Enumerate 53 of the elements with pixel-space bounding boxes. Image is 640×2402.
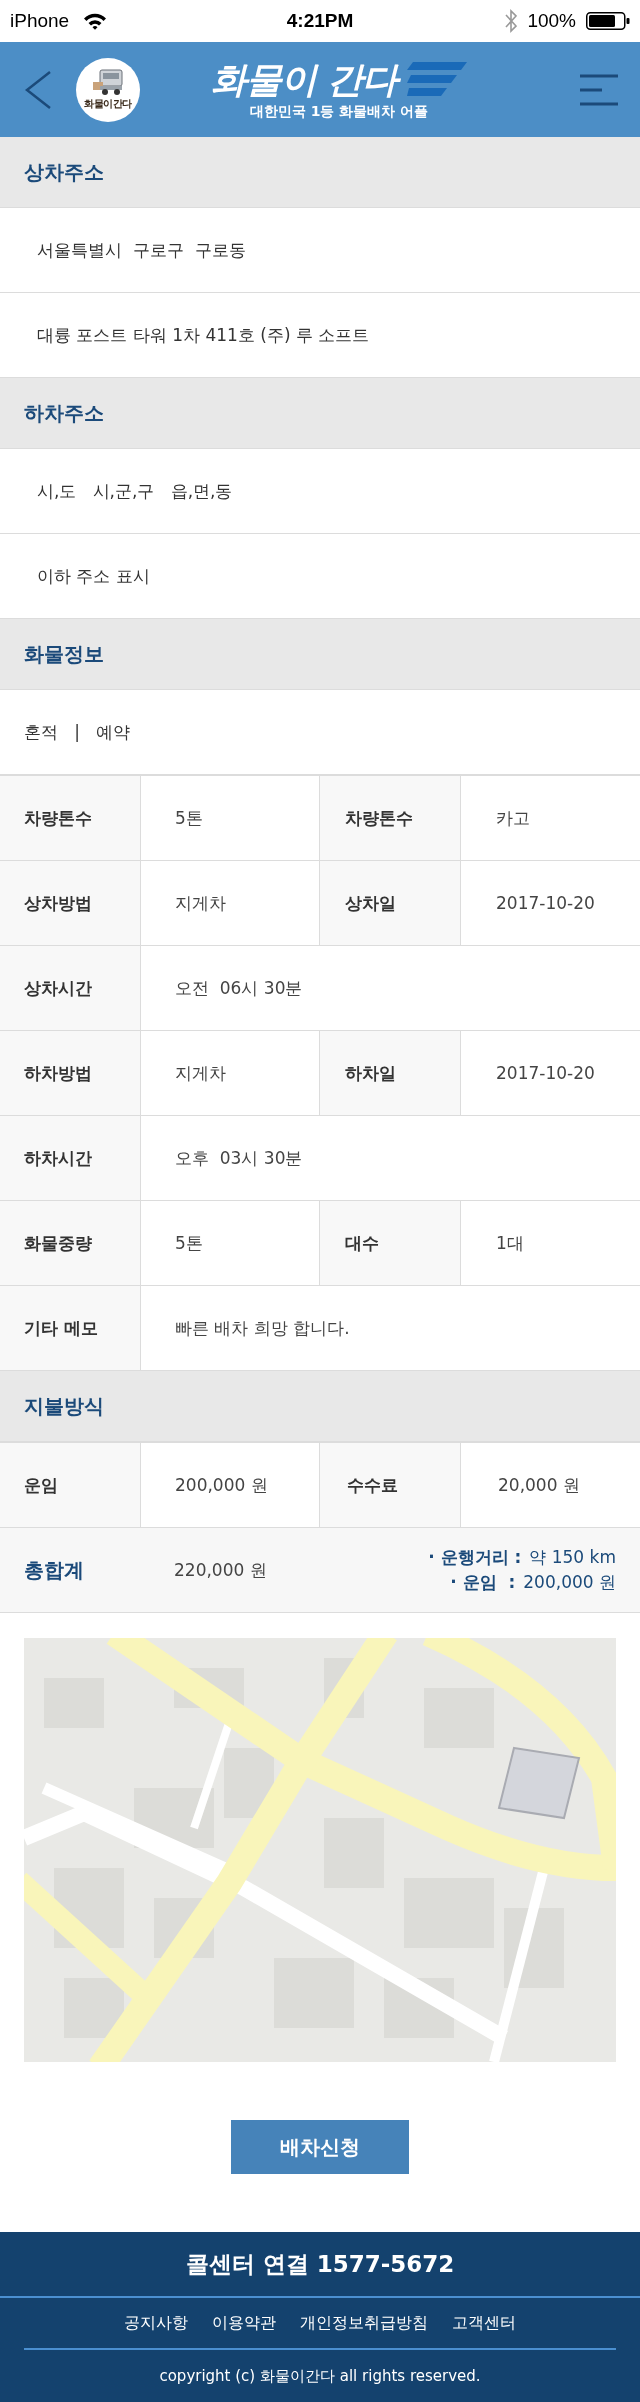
field-label: 하차방법: [0, 1031, 141, 1116]
field-label: 기타 메모: [0, 1286, 141, 1371]
menu-icon: [578, 72, 620, 107]
app-title: 화물이 간다: [210, 58, 406, 101]
field-value: 5톤: [141, 776, 320, 861]
clock-time: 4:21PM: [286, 10, 354, 32]
bluetooth-icon: [505, 7, 518, 35]
total-value: 220,000 원: [173, 1558, 268, 1582]
logo-text: 화물이간다: [84, 97, 132, 111]
section-header: 상차주소: [0, 137, 640, 208]
field-label: 차량톤수: [320, 776, 461, 861]
battery-percent: 100%: [527, 10, 576, 32]
truck-icon: [91, 68, 125, 96]
detail-label: · 운행거리 :: [428, 1546, 522, 1569]
field-label: 상차일: [320, 861, 461, 946]
footer-link[interactable]: 고객센터: [452, 2312, 516, 2334]
field-label: 상차시간: [0, 946, 141, 1031]
field-value: 지게차: [141, 861, 320, 946]
field-value: 5톤: [141, 1201, 320, 1286]
dispatch-request-button[interactable]: 배차신청: [231, 2120, 409, 2174]
section-header: 화물정보: [0, 619, 640, 690]
detail-label: · 운임 :: [450, 1571, 516, 1594]
field-label: 차량톤수: [0, 776, 141, 861]
carrier-name: iPhone: [10, 10, 70, 32]
back-button[interactable]: [24, 69, 52, 110]
footer-link[interactable]: 이용약관: [212, 2312, 276, 2334]
wifi-icon: [83, 12, 108, 30]
field-label: 하차일: [320, 1031, 461, 1116]
speed-stripes-icon: [407, 61, 468, 98]
section-header: 하차주소: [0, 378, 640, 449]
footer-link[interactable]: 개인정보취급방침: [300, 2312, 428, 2334]
field-label: 하차시간: [0, 1116, 141, 1201]
field-value: 지게차: [141, 1031, 320, 1116]
detail-value: 약 150 km: [529, 1546, 616, 1569]
address-line: 시,도 시,군,구 읍,면,동: [0, 449, 640, 534]
total-label: 총합계: [23, 1556, 85, 1584]
app-subtitle: 대한민국 1등 화물배차 어플: [249, 102, 429, 121]
load-type-text: 혼적 | 예약: [0, 690, 640, 775]
detail-value: 200,000 원: [523, 1571, 616, 1594]
fee-value: 200,000 원: [141, 1443, 320, 1528]
fee-label: 수수료: [320, 1443, 461, 1528]
field-label: 화물중량: [0, 1201, 141, 1286]
field-label: 대수: [320, 1201, 461, 1286]
fee-label: 운임: [0, 1443, 141, 1528]
menu-button[interactable]: [578, 72, 620, 107]
footer-link[interactable]: 공지사항: [124, 2312, 188, 2334]
back-chevron-icon: [24, 69, 52, 110]
call-center-text: 콜센터 연결 1577-5672: [184, 2249, 456, 2279]
battery-icon: [586, 12, 630, 30]
section-header: 지불방식: [0, 1371, 640, 1442]
copyright-text: copyright (c) 화물이간다 all rights reserved.: [158, 2365, 482, 2387]
address-line: 서울특별시 구로구 구로동: [0, 208, 640, 293]
field-label: 상차방법: [0, 861, 141, 946]
